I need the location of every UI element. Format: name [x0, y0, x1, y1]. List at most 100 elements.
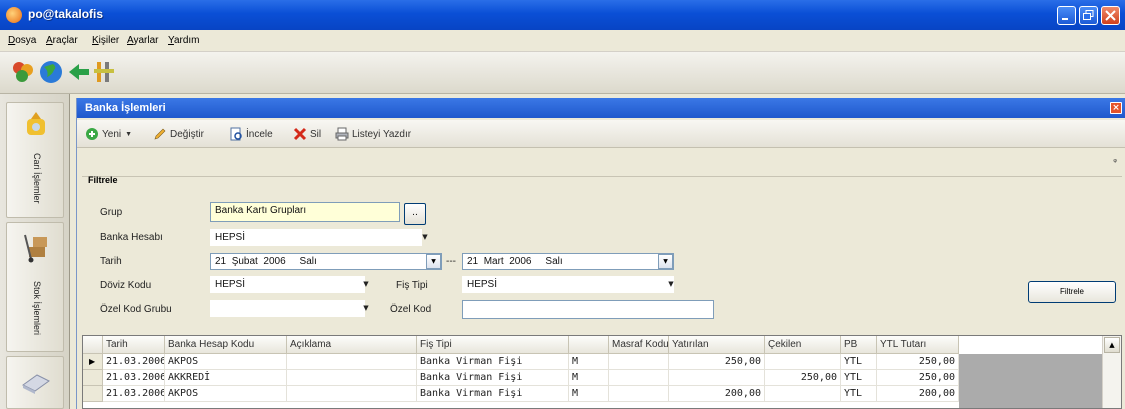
- edit-label: Değiştir: [170, 128, 204, 140]
- form-titlebar: Banka İşlemleri ×: [77, 98, 1125, 118]
- date-from-weekday: Salı: [299, 256, 317, 267]
- cell[interactable]: 250,00: [877, 354, 959, 370]
- cell[interactable]: [765, 354, 841, 370]
- close-button[interactable]: [1101, 6, 1120, 25]
- col-tarih[interactable]: Tarih: [103, 336, 165, 354]
- restore-button[interactable]: [1079, 6, 1098, 25]
- cell[interactable]: AKPOS: [165, 386, 287, 402]
- col-pb[interactable]: PB: [841, 336, 877, 354]
- delete-icon: [293, 127, 307, 141]
- menu-dosya[interactable]: Dosya: [8, 35, 36, 46]
- cell[interactable]: [765, 386, 841, 402]
- scroll-up-icon[interactable]: ▲: [1104, 337, 1120, 353]
- row-indicator[interactable]: [83, 386, 103, 402]
- cell[interactable]: M: [569, 370, 609, 386]
- new-label: Yeni: [102, 128, 122, 140]
- row-indicator[interactable]: [83, 370, 103, 386]
- row-indicator[interactable]: ▶: [83, 354, 103, 370]
- cell[interactable]: [609, 370, 669, 386]
- nav-book[interactable]: [6, 356, 64, 409]
- cell[interactable]: YTL: [841, 386, 877, 402]
- col-cekilen[interactable]: Çekilen: [765, 336, 841, 354]
- cell[interactable]: YTL: [841, 354, 877, 370]
- cell[interactable]: [287, 370, 417, 386]
- form-close-button[interactable]: ×: [1110, 102, 1122, 114]
- tools-icon[interactable]: [92, 59, 118, 85]
- cell[interactable]: [609, 386, 669, 402]
- cell[interactable]: M: [569, 386, 609, 402]
- form-title: Banka İşlemleri: [85, 102, 166, 114]
- back-arrow-icon[interactable]: [66, 59, 92, 85]
- menu-ayarlar[interactable]: Ayarlar: [127, 35, 159, 46]
- cell[interactable]: Banka Virman Fişi: [417, 370, 569, 386]
- nav-cari-islemler[interactable]: Cari İşlemler: [6, 102, 64, 218]
- pin-icon[interactable]: ᵩ: [1113, 155, 1117, 165]
- cell[interactable]: 250,00: [877, 370, 959, 386]
- chevron-down-icon: ▼: [363, 280, 369, 288]
- cell[interactable]: 200,00: [877, 386, 959, 402]
- ozel-kod-input[interactable]: [462, 300, 714, 319]
- date-to-dropdown-button[interactable]: ▼: [658, 254, 673, 269]
- menu-yardim[interactable]: Yardım: [168, 35, 200, 46]
- date-from-picker[interactable]: 21 Şubat 2006 Salı: [210, 253, 442, 270]
- col-masraf-kodu[interactable]: Masraf Kodu: [609, 336, 669, 354]
- cell[interactable]: AKKREDİ: [165, 370, 287, 386]
- cell[interactable]: [287, 354, 417, 370]
- delete-button[interactable]: Sil: [293, 126, 321, 142]
- cell[interactable]: Banka Virman Fişi: [417, 354, 569, 370]
- banka-islemleri-window: Banka İşlemleri × Yeni ▼ Değiştir İncele…: [76, 98, 1125, 409]
- new-button[interactable]: Yeni ▼: [85, 126, 132, 142]
- col-yatirilan[interactable]: Yatırılan: [669, 336, 765, 354]
- grid-header-filler: [959, 336, 1103, 354]
- grup-browse-button[interactable]: ..: [404, 203, 426, 225]
- print-list-button[interactable]: Listeyi Yazdır: [335, 126, 411, 142]
- banka-hesabi-select[interactable]: HEPSİ: [210, 229, 422, 246]
- cell[interactable]: 200,00: [669, 386, 765, 402]
- cell[interactable]: 21.03.2006: [103, 386, 165, 402]
- grup-input[interactable]: Banka Kartı Grupları: [210, 202, 400, 222]
- cell[interactable]: 21.03.2006: [103, 354, 165, 370]
- edit-icon: [154, 128, 166, 140]
- view-button[interactable]: İncele: [229, 126, 273, 142]
- globe-icon[interactable]: [38, 59, 64, 85]
- cell[interactable]: [609, 354, 669, 370]
- cell[interactable]: [287, 386, 417, 402]
- cell[interactable]: 21.03.2006: [103, 370, 165, 386]
- cell[interactable]: M: [569, 354, 609, 370]
- fis-tipi-select[interactable]: HEPSİ: [462, 276, 674, 293]
- cell[interactable]: [669, 370, 765, 386]
- ozel-kod-grubu-select[interactable]: [210, 300, 365, 317]
- col-banka-hesap-kodu[interactable]: Banka Hesap Kodu: [165, 336, 287, 354]
- cell[interactable]: 250,00: [669, 354, 765, 370]
- date-from-dropdown-button[interactable]: ▼: [426, 254, 441, 269]
- cell[interactable]: AKPOS: [165, 354, 287, 370]
- cell[interactable]: YTL: [841, 370, 877, 386]
- app-icon: [6, 7, 22, 23]
- hand-truck-icon: [24, 234, 47, 263]
- date-to-picker[interactable]: 21 Mart 2006 Salı: [462, 253, 674, 270]
- cell[interactable]: Banka Virman Fişi: [417, 386, 569, 402]
- col-aciklama[interactable]: Açıklama: [287, 336, 417, 354]
- date-from-month: Şubat: [231, 256, 258, 267]
- grid-vertical-scrollbar[interactable]: ▲: [1102, 336, 1121, 408]
- nav-stok-islemleri[interactable]: Stok İşlemleri: [6, 222, 64, 352]
- col-ytl-tutari[interactable]: YTL Tutarı: [877, 336, 959, 354]
- restore-icon: [1083, 10, 1094, 20]
- chevron-down-icon: ▼: [125, 130, 133, 138]
- menu-kisiler[interactable]: Kişiler: [92, 35, 119, 46]
- col-type[interactable]: [569, 336, 609, 354]
- col-fis-tipi[interactable]: Fiş Tipi: [417, 336, 569, 354]
- fis-tipi-label: Fiş Tipi: [396, 280, 428, 291]
- filter-button[interactable]: Filtrele: [1028, 281, 1116, 303]
- date-separator: ---: [446, 256, 456, 267]
- users-icon[interactable]: [10, 59, 36, 85]
- minimize-button[interactable]: [1057, 6, 1076, 25]
- window-title: po@takalofis: [28, 7, 104, 21]
- date-from-year: 2006: [263, 256, 286, 267]
- doviz-kodu-select[interactable]: HEPSİ: [210, 276, 365, 293]
- cell[interactable]: 250,00: [765, 370, 841, 386]
- book-icon: [22, 374, 50, 394]
- edit-button[interactable]: Değiştir: [153, 126, 204, 142]
- form-toolbar: Yeni ▼ Değiştir İncele Sil Listeyi Yazdı…: [77, 120, 1125, 148]
- menu-araclar[interactable]: Araçlar: [46, 35, 78, 46]
